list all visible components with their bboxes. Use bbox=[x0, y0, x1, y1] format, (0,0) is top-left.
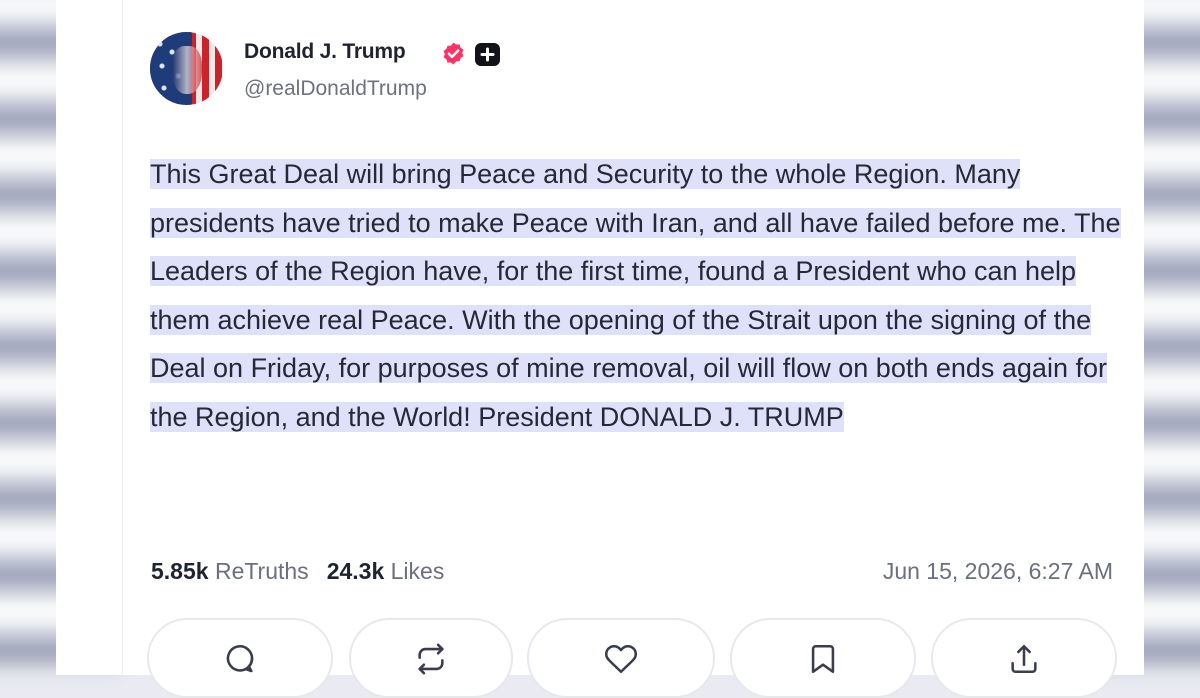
share-button[interactable] bbox=[931, 618, 1117, 698]
author-display-name[interactable]: Donald J. Trump bbox=[244, 40, 406, 64]
bookmark-icon bbox=[811, 644, 835, 674]
post-text-highlight: This Great Deal will bring Peace and Sec… bbox=[150, 159, 1121, 432]
avatar[interactable] bbox=[150, 32, 223, 105]
reply-button[interactable] bbox=[147, 618, 333, 698]
verified-badge-icon bbox=[443, 42, 464, 65]
avatar-face bbox=[172, 46, 202, 94]
post-timestamp[interactable]: Jun 15, 2026, 6:27 AM bbox=[883, 558, 1113, 585]
repost-icon bbox=[418, 643, 444, 675]
retruths-label[interactable]: ReTruths bbox=[215, 558, 309, 584]
retruth-button[interactable] bbox=[349, 618, 513, 698]
comment-icon bbox=[226, 645, 254, 673]
likes-label[interactable]: Likes bbox=[391, 558, 445, 584]
bookmark-button[interactable] bbox=[730, 618, 916, 698]
author-handle[interactable]: @realDonaldTrump bbox=[244, 77, 427, 101]
likes-count[interactable]: 24.3k bbox=[327, 558, 385, 584]
share-icon bbox=[1011, 644, 1037, 674]
like-button[interactable] bbox=[527, 618, 715, 698]
post-stats: 5.85k ReTruths 24.3k Likes bbox=[151, 558, 444, 585]
heart-icon bbox=[604, 644, 638, 674]
post-text: This Great Deal will bring Peace and Sec… bbox=[150, 150, 1125, 442]
retruths-count[interactable]: 5.85k bbox=[151, 558, 209, 584]
plus-badge-icon bbox=[475, 43, 500, 66]
